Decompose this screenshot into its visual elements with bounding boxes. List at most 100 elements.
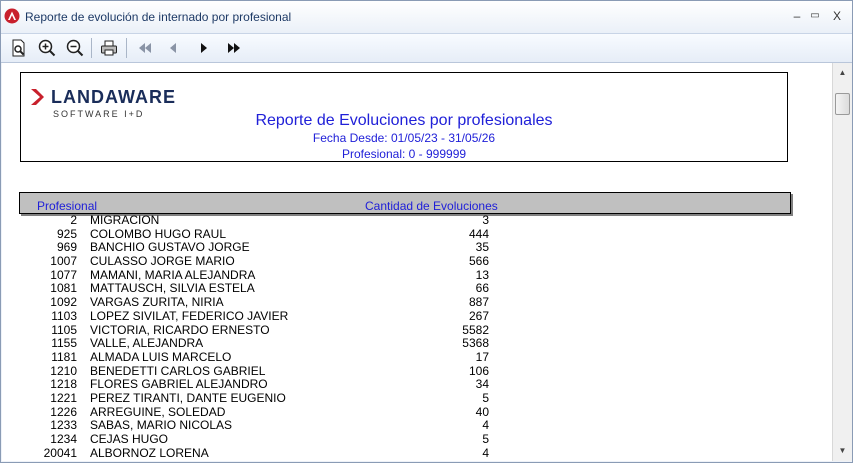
table-row: 969 BANCHIO GUSTAVO JORGE 35 — [19, 241, 789, 255]
row-count: 17 — [475, 349, 489, 364]
prev-page-button[interactable] — [162, 37, 184, 59]
toolbar — [1, 34, 852, 63]
row-count: 5 — [482, 432, 489, 446]
row-name: VICTORIA, RICARDO ERNESTO — [90, 322, 270, 337]
table-row: 1155 VALLE, ALEJANDRA 5368 — [19, 337, 789, 351]
title-bar[interactable]: Reporte de evolución de internado por pr… — [1, 1, 852, 34]
table-row: 1233 SABAS, MARIO NICOLAS 4 — [19, 419, 789, 433]
table-row: 20041 ALBORNOZ LORENA 4 — [19, 445, 789, 461]
row-name: LOPEZ SIVILAT, FEDERICO JAVIER — [90, 308, 289, 323]
table-row: 1181 ALMADA LUIS MARCELO 17 — [19, 349, 789, 365]
zoom-in-icon — [38, 39, 56, 57]
row-count: 267 — [468, 308, 489, 323]
last-page-icon — [228, 43, 240, 53]
scroll-thumb[interactable] — [835, 93, 850, 115]
table-row: 1234 CEJAS HUGO 5 — [19, 433, 789, 447]
minimize-button[interactable]: – — [787, 7, 807, 25]
next-page-icon — [201, 43, 207, 53]
row-count: 566 — [468, 254, 489, 269]
row-name: SABAS, MARIO NICOLAS — [90, 418, 233, 433]
table-row: 1210 BENEDETTI CARLOS GABRIEL 106 — [19, 363, 789, 379]
table-body: 2 MIGRACION 3 925 COLOMBO HUGO RAUL 444 969 BAN… — [19, 214, 789, 460]
report-professional-range: Profesional: 0 - 999999 — [341, 147, 467, 161]
row-id: 1226 — [50, 404, 77, 419]
row-count: 4 — [482, 445, 489, 460]
row-count: 444 — [468, 226, 489, 241]
row-id: 969 — [56, 240, 77, 255]
first-page-button[interactable] — [134, 37, 156, 59]
print-button[interactable] — [98, 37, 120, 59]
row-id: 925 — [56, 226, 77, 241]
print-icon — [101, 40, 117, 56]
row-count: 5582 — [462, 322, 489, 337]
row-id: 1092 — [50, 295, 77, 310]
row-name: MIGRACION — [90, 213, 160, 227]
row-name: MAMANI, MARIA ALEJANDRA — [90, 267, 256, 282]
row-count: 34 — [475, 377, 489, 392]
row-name: FLORES GABRIEL ALEJANDRO — [90, 377, 268, 392]
report-date-range: Fecha Desde: 01/05/23 - 31/05/26 — [312, 131, 496, 145]
table-row: 1103 LOPEZ SIVILAT, FEDERICO JAVIER 267 — [19, 308, 789, 324]
row-count: 5 — [482, 390, 489, 405]
table-row: 1221 PEREZ TIRANTI, DANTE EUGENIO 5 — [19, 390, 789, 406]
scroll-up-arrow-icon[interactable]: ▲ — [833, 65, 852, 81]
row-id: 20041 — [43, 445, 77, 460]
row-name: ALBORNOZ LORENA — [90, 445, 209, 460]
row-count: 887 — [468, 295, 489, 310]
row-id: 1105 — [51, 322, 77, 337]
last-page-button[interactable] — [223, 37, 245, 59]
row-id: 1181 — [51, 349, 77, 364]
logo-mark-icon — [31, 89, 44, 105]
row-id: 1234 — [50, 432, 77, 446]
row-count: 3 — [482, 213, 489, 227]
app-icon — [4, 8, 20, 24]
zoom-out-button[interactable] — [64, 37, 86, 59]
close-button[interactable]: X — [827, 7, 847, 25]
table-row: 2 MIGRACION 3 — [19, 214, 789, 228]
window-title: Reporte de evolución de internado por pr… — [25, 10, 292, 24]
row-id: 1155 — [51, 336, 77, 351]
row-count: 40 — [475, 404, 489, 419]
row-count: 13 — [475, 267, 489, 282]
scroll-down-arrow-icon[interactable]: ▼ — [833, 443, 852, 459]
row-id: 1233 — [50, 418, 77, 433]
maximize-button[interactable]: ▭ — [805, 7, 825, 25]
table-row: 1105 VICTORIA, RICARDO ERNESTO 5582 — [19, 322, 789, 338]
row-count: 5368 — [462, 336, 489, 351]
row-name: MATTAUSCH, SILVIA ESTELA — [90, 281, 255, 296]
first-page-icon — [139, 43, 151, 53]
row-id: 1218 — [50, 377, 77, 392]
zoom-out-icon — [66, 39, 84, 57]
zoom-in-button[interactable] — [36, 37, 58, 59]
toolbar-separator — [91, 38, 92, 58]
table-row: 925 COLOMBO HUGO RAUL 444 — [19, 226, 789, 242]
table-row: 1092 VARGAS ZURITA, NIRIA 887 — [19, 296, 789, 310]
table-row: 1007 CULASSO JORGE MARIO 566 — [19, 255, 789, 269]
row-id: 1103 — [51, 308, 77, 323]
table-row: 1226 ARREGUINE, SOLEDAD 40 — [19, 404, 789, 420]
vertical-scrollbar[interactable]: ▲ ▼ — [832, 63, 852, 461]
column-header-count: Cantidad de Evoluciones — [365, 199, 498, 213]
row-name: ALMADA LUIS MARCELO — [90, 349, 232, 364]
table-row: 1218 FLORES GABRIEL ALEJANDRO 34 — [19, 378, 789, 392]
report-header: LANDAWARE SOFTWARE I+D Reporte de Evoluc… — [20, 72, 788, 162]
row-name: PEREZ TIRANTI, DANTE EUGENIO — [90, 390, 286, 405]
column-header-professional: Profesional — [37, 199, 98, 213]
row-name: VALLE, ALEJANDRA — [90, 336, 204, 351]
table-row: 1081 MATTAUSCH, SILVIA ESTELA 66 — [19, 282, 789, 296]
row-name: BANCHIO GUSTAVO JORGE — [90, 240, 250, 255]
next-page-button[interactable] — [193, 37, 215, 59]
row-id: 2 — [70, 213, 77, 227]
preview-icon — [12, 39, 25, 57]
prev-page-icon — [170, 43, 176, 53]
row-count: 35 — [475, 240, 489, 255]
row-id: 1210 — [50, 363, 77, 378]
report-viewport[interactable]: LANDAWARE SOFTWARE I+D Reporte de Evoluc… — [2, 63, 832, 461]
row-name: CEJAS HUGO — [90, 432, 169, 446]
report-window: Reporte de evolución de internado por pr… — [0, 0, 853, 463]
row-id: 1077 — [50, 267, 77, 282]
row-name: ARREGUINE, SOLEDAD — [90, 404, 226, 419]
preview-button[interactable] — [8, 37, 30, 59]
table-row: 1077 MAMANI, MARIA ALEJANDRA 13 — [19, 267, 789, 283]
logo-text: LANDAWARE — [51, 87, 176, 107]
